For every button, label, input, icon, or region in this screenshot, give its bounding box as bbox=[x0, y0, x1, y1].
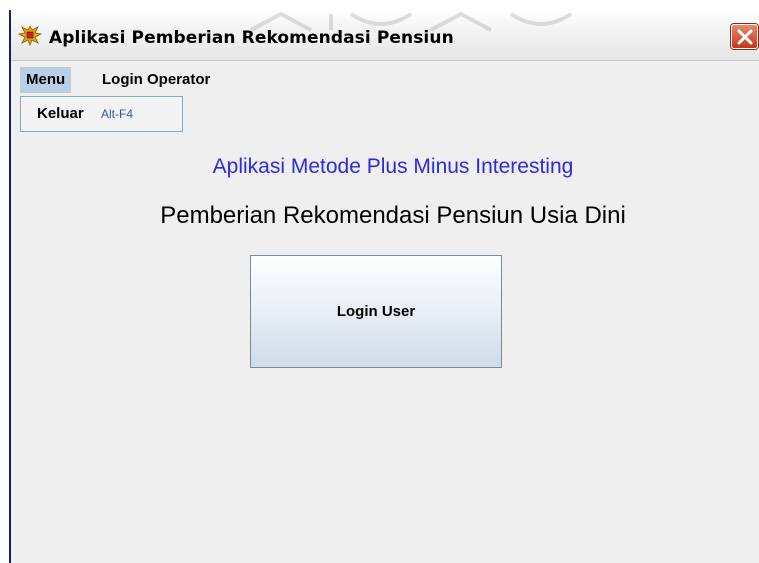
menu-item-keluar[interactable]: Keluar bbox=[37, 105, 84, 122]
menu-item-login-operator[interactable]: Login Operator bbox=[96, 67, 216, 93]
close-icon bbox=[737, 29, 753, 45]
login-user-button[interactable]: Login User bbox=[250, 255, 502, 368]
close-button[interactable] bbox=[731, 24, 758, 49]
application-window: Aplikasi Pemberian Rekomendasi Pensiun M… bbox=[9, 10, 759, 563]
menu-dropdown: Keluar Alt-F4 bbox=[20, 96, 183, 132]
app-emblem-icon bbox=[17, 24, 43, 47]
app-subheading: Pemberian Rekomendasi Pensiun Usia Dini bbox=[160, 202, 626, 229]
title-bar[interactable]: Aplikasi Pemberian Rekomendasi Pensiun bbox=[11, 10, 759, 61]
menu-item-menu[interactable]: Menu bbox=[20, 67, 72, 93]
menu-bar: Menu Login Operator bbox=[11, 65, 759, 95]
window-title: Aplikasi Pemberian Rekomendasi Pensiun bbox=[49, 28, 454, 48]
app-heading: Aplikasi Metode Plus Minus Interesting bbox=[212, 155, 574, 178]
keluar-accelerator: Alt-F4 bbox=[101, 107, 134, 121]
